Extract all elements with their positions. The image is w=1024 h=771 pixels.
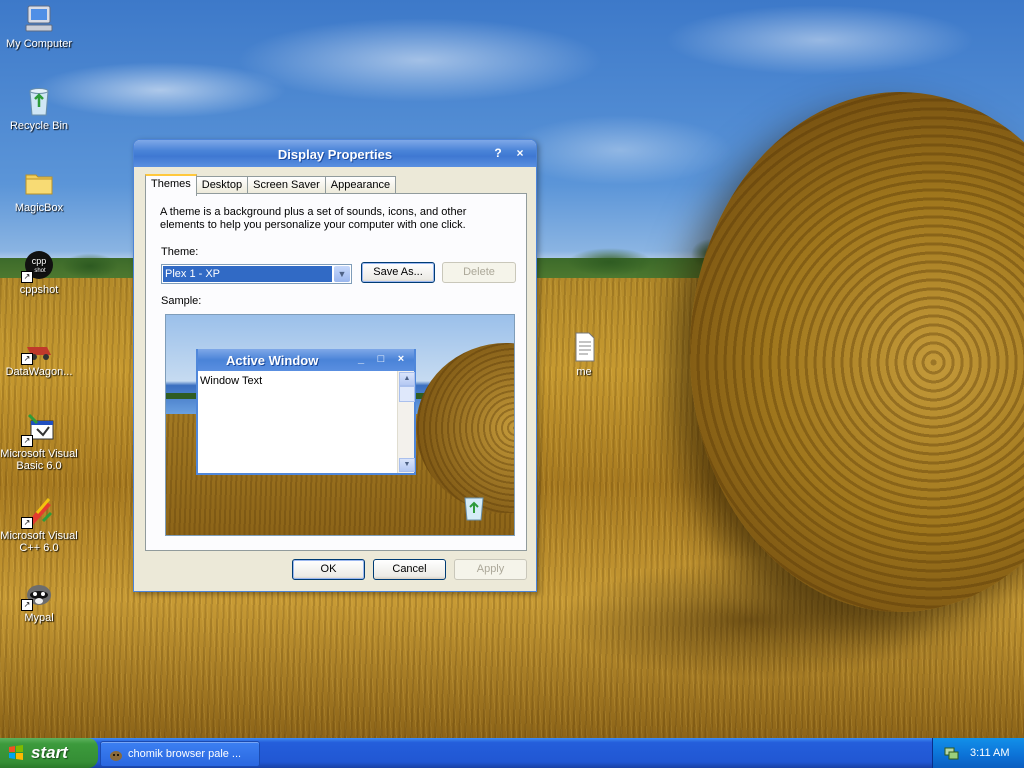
- preview-recycle-bin-icon: [462, 493, 486, 521]
- shortcut-arrow-icon: ↗: [21, 435, 33, 447]
- windows-logo-icon: [8, 745, 24, 761]
- shortcut-arrow-icon: ↗: [21, 271, 33, 283]
- clock[interactable]: 3:11 AM: [970, 747, 1010, 759]
- taskbar-button-chomik[interactable]: chomik browser pale ...: [100, 741, 260, 767]
- shortcut-arrow-icon: ↗: [21, 517, 33, 529]
- visual-cpp-icon: ↗: [21, 495, 55, 529]
- theme-description: A theme is a background plus a set of so…: [160, 206, 467, 231]
- desktop-icon-label: me: [576, 366, 592, 378]
- tab-desktop[interactable]: Desktop: [195, 176, 249, 194]
- mypal-icon: ↗: [21, 577, 55, 611]
- browser-icon: [109, 747, 123, 761]
- visual-basic-icon: ↗: [21, 413, 55, 447]
- datawagon-icon: ↗: [21, 331, 55, 365]
- ok-button[interactable]: OK: [292, 559, 365, 580]
- shortcut-arrow-icon: ↗: [21, 353, 33, 365]
- delete-button[interactable]: Delete: [442, 262, 516, 283]
- theme-label: Theme:: [161, 246, 199, 258]
- cppshot-icon: cpp shot ↗: [21, 249, 55, 283]
- preview-title: Active Window: [226, 353, 319, 368]
- desktop-icon-label: MagicBox: [14, 202, 64, 214]
- taskbar: start chomik browser pale ... 3:11 AM: [0, 738, 1024, 768]
- desktop-icon-my-computer[interactable]: My Computer: [0, 3, 79, 50]
- window-titlebar[interactable]: Display Properties ? ×: [134, 140, 536, 167]
- scroll-thumb: [399, 386, 415, 402]
- preview-window-text: Window Text: [200, 375, 263, 387]
- desktop-icon-me[interactable]: me: [544, 331, 624, 378]
- maximize-icon: □: [377, 353, 385, 365]
- apply-button[interactable]: Apply: [454, 559, 527, 580]
- preview-scrollbar: ▲ ▼: [397, 371, 415, 473]
- desktop-icon-label: My Computer: [5, 38, 73, 50]
- my-computer-icon: [23, 3, 55, 35]
- theme-sample-preview: Active Window _ □ × Window Text ▲ ▼: [165, 314, 515, 536]
- desktop-icon-label: Microsoft Visual Basic 6.0: [0, 448, 78, 472]
- tab-screen-saver[interactable]: Screen Saver: [247, 176, 326, 194]
- desktop-icon-label: cppshot: [19, 284, 59, 296]
- svg-text:cpp: cpp: [32, 256, 47, 266]
- window-title: Display Properties: [277, 147, 393, 162]
- svg-text:shot: shot: [34, 268, 46, 274]
- shortcut-arrow-icon: ↗: [21, 599, 33, 611]
- preview-active-window: Active Window _ □ × Window Text ▲ ▼: [196, 349, 416, 475]
- folder-icon: [23, 167, 55, 199]
- scroll-up-icon: ▲: [399, 372, 415, 386]
- system-tray: 3:11 AM: [932, 738, 1024, 768]
- desktop[interactable]: My Computer Recycle Bin MagicBox cpp sho…: [0, 0, 1024, 738]
- desktop-icon-datawagon[interactable]: ↗ DataWagon...: [0, 331, 79, 378]
- sample-label: Sample:: [161, 295, 202, 307]
- scroll-down-icon: ▼: [399, 458, 415, 472]
- window-body: Themes Desktop Screen Saver Appearance A…: [138, 167, 532, 587]
- desktop-icon-label: Microsoft Visual C++ 6.0: [0, 530, 78, 554]
- start-button[interactable]: start: [0, 738, 98, 768]
- desktop-icon-visual-cpp[interactable]: ↗ Microsoft Visual C++ 6.0: [0, 495, 79, 554]
- display-properties-window: Display Properties ? × Themes Desktop Sc…: [133, 139, 537, 592]
- desktop-icon-label: DataWagon...: [5, 366, 73, 378]
- tab-themes[interactable]: Themes: [145, 174, 197, 196]
- recycle-bin-icon: [23, 85, 55, 117]
- desktop-icon-visual-basic[interactable]: ↗ Microsoft Visual Basic 6.0: [0, 413, 79, 472]
- save-as-button[interactable]: Save As...: [361, 262, 435, 283]
- preview-hay-bale: [416, 343, 514, 513]
- theme-dropdown[interactable]: Plex 1 - XP ▼: [161, 264, 352, 284]
- desktop-icon-label: Mypal: [24, 612, 54, 624]
- desktop-icon-cppshot[interactable]: cpp shot ↗ cppshot: [0, 249, 79, 296]
- chevron-down-icon[interactable]: ▼: [334, 266, 350, 282]
- themes-panel: A theme is a background plus a set of so…: [145, 193, 527, 551]
- desktop-icon-recycle-bin[interactable]: Recycle Bin: [0, 85, 79, 132]
- tab-appearance[interactable]: Appearance: [324, 176, 397, 194]
- preview-titlebar: Active Window _ □ ×: [198, 349, 414, 371]
- theme-dropdown-value: Plex 1 - XP: [163, 266, 332, 282]
- desktop-icon-mypal[interactable]: ↗ Mypal: [0, 577, 79, 624]
- network-icon[interactable]: [943, 745, 959, 761]
- start-label: start: [31, 743, 68, 762]
- taskbar-button-label: chomik browser pale ...: [128, 748, 242, 760]
- minimize-icon: _: [357, 353, 365, 365]
- desktop-icon-magicbox[interactable]: MagicBox: [0, 167, 79, 214]
- text-file-icon: [568, 331, 600, 363]
- close-button[interactable]: ×: [513, 146, 527, 160]
- cancel-button[interactable]: Cancel: [373, 559, 446, 580]
- close-icon: ×: [397, 353, 405, 365]
- help-button[interactable]: ?: [491, 146, 505, 160]
- desktop-icon-label: Recycle Bin: [9, 120, 69, 132]
- tab-strip: Themes Desktop Screen Saver Appearance: [145, 174, 397, 196]
